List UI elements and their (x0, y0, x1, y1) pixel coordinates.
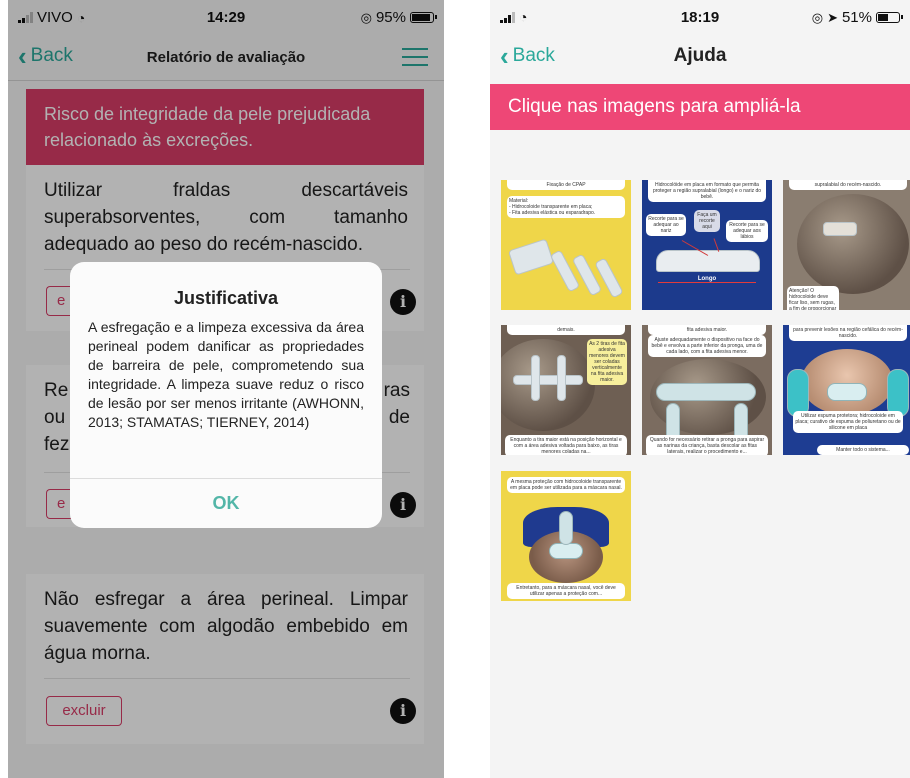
hydrocolloid-cutout-image (656, 250, 760, 272)
page-title: Ajuda (673, 45, 727, 66)
cpap-prong-image (656, 383, 756, 401)
help-image-thumbnail[interactable]: supralabial do recém-nascido. Atenção! O… (783, 180, 910, 310)
help-image-thumbnail[interactable]: A mesma proteção com hidrocoloide transp… (501, 471, 631, 601)
left-phone-screen: VIVO ◔ 14:29 ◎ 95% ‹ Back Relatório de a… (8, 0, 444, 778)
help-image-thumbnail[interactable]: demais. As 2 tiras de fita adesiva menor… (501, 325, 631, 455)
thumbnail-caption: Manter todo o sistema... (817, 445, 909, 455)
doll-face-image (801, 349, 893, 415)
thumbnail-label: Recorte para se adequar aos lábios (726, 220, 768, 242)
orientation-lock-icon: ◎ (811, 9, 824, 25)
thumbnail-caption: Atenção! O hidrocoloide deve ficar liso,… (787, 286, 839, 310)
hydrocolloid-patch-image (823, 222, 857, 236)
thumbnail-caption: A mesma proteção com hidrocoloide transp… (507, 477, 625, 493)
doll-face-image (501, 339, 595, 431)
thumbnail-caption: Ajuste adequadamente o dispositivo na fa… (648, 335, 766, 357)
thumbnail-label: Faça um recorte aqui (694, 210, 720, 232)
thumbnail-caption: Fixação de CPAP (507, 180, 625, 190)
help-image-thumbnail[interactable]: para prevenir lesões na região cefálica … (783, 325, 910, 455)
nasal-mask-image (827, 383, 867, 401)
length-line (658, 282, 756, 283)
instruction-banner: Clique nas imagens para ampliá-la (490, 84, 910, 130)
doll-face-image (797, 194, 909, 294)
thumbnail-label: Longo (697, 276, 717, 282)
cpap-tube-image (887, 369, 909, 417)
justification-dialog: Justificativa A esfregação e a limpeza e… (70, 262, 382, 528)
right-phone-screen: ◔ 18:19 ◎ ➤ 51% ‹ Back Ajuda Clique nas … (490, 0, 910, 778)
dialog-body: A esfregação e a limpeza excessiva da ár… (88, 319, 364, 430)
location-icon: ➤ (827, 9, 838, 25)
tape-strip-image (557, 355, 566, 401)
thumbnail-caption: Quando for necessário retirar a pronga p… (646, 435, 768, 455)
thumbnail-caption: supralabial do recém-nascido. (789, 180, 907, 190)
dialog-title: Justificativa (173, 288, 279, 308)
nasal-mask-image (549, 543, 583, 559)
tape-strip-image (513, 375, 583, 385)
thumbnail-caption: Entretanto, para a máscara nasal, você d… (507, 583, 625, 599)
help-image-thumbnail[interactable]: fita adesiva maior. Ajuste adequadamente… (642, 325, 772, 455)
ok-button[interactable]: OK (70, 478, 382, 528)
thumbnail-label: Recorte para se adequar ao nariz (646, 214, 686, 236)
help-image-thumbnail[interactable]: Hidrocolóide em placa em formato que per… (642, 180, 772, 310)
help-image-thumbnail[interactable]: Fixação de CPAP Material: - Hidrocoloide… (501, 180, 631, 310)
thumbnail-caption: para prevenir lesões na região cefálica … (789, 325, 907, 341)
thumbnail-caption: Enquanto a tira maior está na posição ho… (505, 435, 627, 455)
hydrocolloid-strip-image (507, 238, 555, 276)
thumbnail-caption: Utilizar espuma protetora; hidrocoloide … (793, 411, 903, 433)
cpap-tube-image (787, 369, 809, 417)
thumbnail-caption: demais. (507, 325, 625, 335)
status-bar: ◔ 18:19 ◎ ➤ 51% (490, 0, 910, 36)
thumbnail-caption: Material: - Hidrocoloide transparente em… (507, 196, 625, 218)
thumbnail-caption: fita adesiva maior. (648, 325, 766, 335)
battery-icon (876, 12, 903, 23)
thumbnail-caption: As 2 tiras de fita adesiva menores devem… (587, 339, 627, 385)
thumbnail-caption: Hidrocolóide em placa em formato que per… (648, 180, 766, 202)
nav-bar: ‹ Back Ajuda (490, 36, 910, 80)
battery-percent: 51% (841, 9, 872, 26)
cpap-tube-image (559, 511, 573, 545)
tape-strip-image (531, 355, 540, 401)
